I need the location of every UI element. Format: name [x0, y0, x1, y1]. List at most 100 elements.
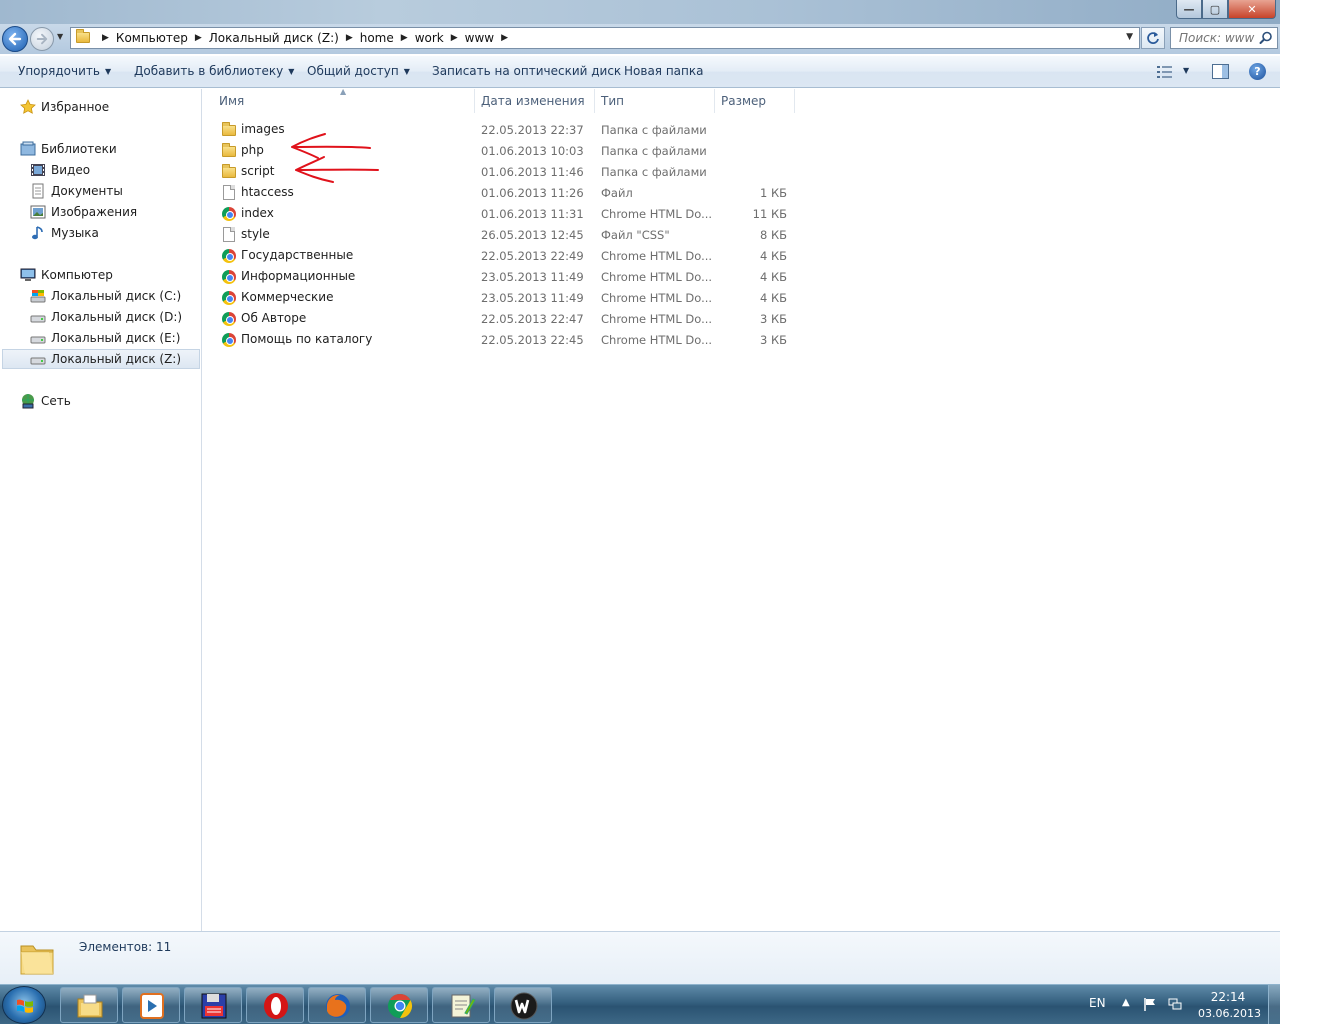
folder-icon: [75, 29, 95, 45]
add-to-library-button[interactable]: Добавить в библиотеку ▼: [134, 64, 294, 78]
title-bar[interactable]: — ▢ ✕: [0, 0, 1280, 24]
language-indicator[interactable]: EN: [1089, 996, 1106, 1010]
taskbar-chrome[interactable]: [370, 987, 428, 1023]
help-icon[interactable]: ?: [1249, 63, 1266, 80]
file-row[interactable]: Государственные 22.05.2013 22:49 Chrome HT…: [218, 245, 798, 266]
search-box[interactable]: [1170, 27, 1278, 49]
file-row[interactable]: Информационные 23.05.2013 11:49 Chrome HTM…: [218, 266, 798, 287]
change-view-icon[interactable]: [1157, 65, 1173, 79]
action-center-flag-icon[interactable]: [1143, 997, 1157, 1011]
maximize-button[interactable]: ▢: [1202, 0, 1228, 19]
show-desktop-button[interactable]: [1268, 985, 1280, 1024]
file-row[interactable]: index 01.06.2013 11:31 Chrome HTML Do... 11…: [218, 203, 798, 224]
file-row[interactable]: htaccess 01.06.2013 11:26 Файл 1 КБ: [218, 182, 798, 203]
chevron-right-icon[interactable]: ▶: [451, 33, 458, 43]
chevron-right-icon[interactable]: ▶: [501, 33, 508, 43]
chevron-right-icon[interactable]: ▶: [102, 33, 109, 43]
column-header-size[interactable]: Размер: [715, 89, 795, 113]
minimize-button[interactable]: —: [1176, 0, 1202, 19]
file-row[interactable]: Об Авторе 22.05.2013 22:47 Chrome HTML Do.…: [218, 308, 798, 329]
forward-button[interactable]: [30, 27, 54, 51]
network-status-icon[interactable]: [1168, 998, 1182, 1011]
address-bar[interactable]: ▶ Компьютер ▶ Локальный диск (Z:) ▶ home…: [70, 27, 1140, 49]
media-player-icon: [140, 993, 164, 1019]
view-options-dropdown[interactable]: ▼: [1183, 66, 1189, 75]
sidebar-item-computer[interactable]: Компьютер: [20, 265, 113, 285]
sidebar-item-drive-e[interactable]: Локальный диск (E:): [30, 328, 180, 348]
clock-date[interactable]: 03.06.2013: [1198, 1007, 1261, 1020]
search-icon[interactable]: [1259, 31, 1273, 45]
file-type: Chrome HTML Do...: [601, 270, 713, 284]
word-icon: [510, 992, 538, 1020]
refresh-button[interactable]: [1141, 27, 1165, 49]
breadcrumb-www[interactable]: www: [465, 31, 494, 45]
close-button[interactable]: ✕: [1228, 0, 1276, 19]
sidebar-item-network[interactable]: Сеть: [20, 391, 71, 411]
file-row[interactable]: Коммерческие 23.05.2013 11:49 Chrome HTML …: [218, 287, 798, 308]
sidebar-item-video[interactable]: Видео: [30, 160, 90, 180]
organize-label: Упорядочить: [18, 64, 100, 78]
taskbar-opera[interactable]: [246, 987, 304, 1023]
file-row[interactable]: script 01.06.2013 11:46 Папка с файлами: [218, 161, 798, 182]
sidebar-item-drive-c[interactable]: Локальный диск (C:): [30, 286, 181, 306]
explorer-icon: [77, 994, 103, 1018]
share-button[interactable]: Общий доступ ▼: [307, 64, 410, 78]
sidebar-item-documents[interactable]: Документы: [30, 181, 123, 201]
taskbar-floppy[interactable]: [184, 987, 242, 1023]
taskbar: EN ▲ 22:14 03.06.2013: [0, 984, 1280, 1024]
chevron-down-icon: ▼: [104, 67, 112, 76]
sidebar-label: Локальный диск (D:): [51, 310, 183, 324]
taskbar-firefox[interactable]: [308, 987, 366, 1023]
clock-time[interactable]: 22:14: [1208, 990, 1248, 1004]
breadcrumb-home[interactable]: home: [360, 31, 394, 45]
sidebar-item-libraries[interactable]: Библиотеки: [20, 139, 117, 159]
network-icon: [22, 394, 34, 409]
show-hidden-icons-icon[interactable]: ▲: [1122, 997, 1130, 1008]
sidebar-item-music[interactable]: Музыка: [30, 223, 99, 243]
chevron-right-icon[interactable]: ▶: [346, 33, 353, 43]
start-button[interactable]: [2, 986, 46, 1024]
taskbar-word[interactable]: [494, 987, 552, 1023]
breadcrumb-work[interactable]: work: [415, 31, 444, 45]
command-bar: Упорядочить ▼ Добавить в библиотеку ▼ Общи…: [0, 56, 1280, 88]
file-type: Chrome HTML Do...: [601, 312, 713, 326]
sidebar-label: Музыка: [51, 226, 99, 240]
breadcrumb-computer[interactable]: Компьютер: [116, 31, 188, 45]
address-history-dropdown[interactable]: ▼: [1126, 32, 1133, 42]
sidebar-item-pictures[interactable]: Изображения: [30, 202, 137, 222]
column-header-date[interactable]: Дата изменения: [475, 89, 595, 113]
file-row[interactable]: style 26.05.2013 12:45 Файл "CSS" 8 КБ: [218, 224, 798, 245]
file-row[interactable]: php 01.06.2013 10:03 Папка с файлами: [218, 140, 798, 161]
preview-pane-icon[interactable]: [1212, 64, 1229, 79]
chrome-html-icon: [221, 290, 237, 306]
recent-pages-dropdown[interactable]: ▼: [57, 32, 63, 41]
notepad-plus-plus-icon: [451, 994, 476, 1018]
sidebar-item-favorites[interactable]: Избранное: [20, 97, 109, 117]
chevron-right-icon[interactable]: ▶: [401, 33, 408, 43]
file-row[interactable]: Помощь по каталогу 22.05.2013 22:45 Chrome…: [218, 329, 798, 350]
organize-button[interactable]: Упорядочить ▼: [18, 64, 111, 78]
chevron-right-icon[interactable]: ▶: [195, 33, 202, 43]
file-icon: [221, 227, 237, 243]
sidebar-item-drive-d[interactable]: Локальный диск (D:): [30, 307, 182, 327]
file-size: 4 КБ: [759, 291, 787, 305]
file-date: 26.05.2013 12:45: [481, 228, 584, 242]
share-label: Общий доступ: [307, 64, 399, 78]
file-date: 01.06.2013 11:46: [481, 165, 584, 179]
search-input[interactable]: [1179, 31, 1263, 45]
file-date: 01.06.2013 10:03: [481, 144, 584, 158]
file-row[interactable]: images 22.05.2013 22:37 Папка с файлами: [218, 119, 798, 140]
sidebar-item-drive-z[interactable]: Локальный диск (Z:): [2, 349, 200, 369]
taskbar-media-player[interactable]: [122, 987, 180, 1023]
column-header-type[interactable]: Тип: [595, 89, 715, 113]
back-button[interactable]: [2, 26, 28, 52]
file-type: Папка с файлами: [601, 165, 707, 179]
taskbar-notepad-plus-plus[interactable]: [432, 987, 490, 1023]
column-headers: Имя ▲ Дата изменения Тип Размер: [203, 87, 1280, 113]
new-folder-button[interactable]: Новая папка: [624, 64, 703, 78]
burn-button[interactable]: Записать на оптический диск: [432, 64, 621, 78]
taskbar-explorer[interactable]: [60, 987, 118, 1023]
breadcrumb-drive-z[interactable]: Локальный диск (Z:): [209, 31, 339, 45]
file-icon: [221, 185, 237, 201]
refresh-icon: [1147, 32, 1159, 44]
